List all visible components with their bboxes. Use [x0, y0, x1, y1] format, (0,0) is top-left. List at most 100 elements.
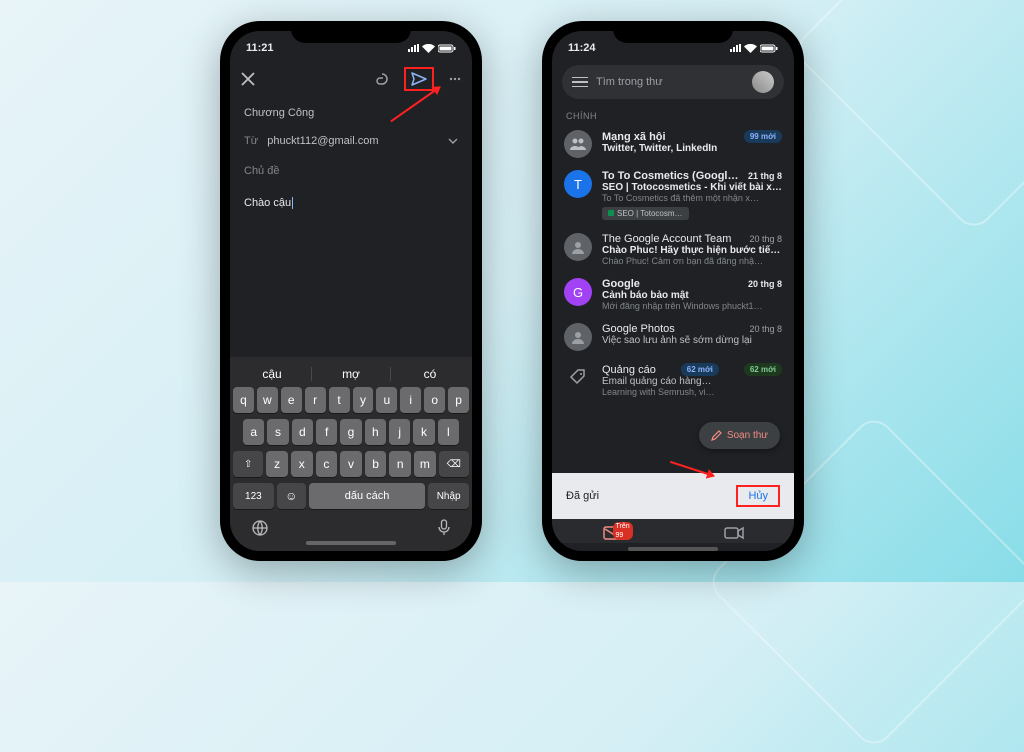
send-highlight [404, 67, 434, 91]
mail-date: 20 thg 8 [749, 234, 782, 244]
key-r[interactable]: r [305, 387, 326, 413]
key-z[interactable]: z [266, 451, 288, 477]
snackbar: Đã gửi Hủy [552, 473, 794, 519]
key-⌫[interactable]: ⌫ [439, 451, 469, 477]
key-g[interactable]: g [340, 419, 361, 445]
key-return[interactable]: Nhập [428, 483, 469, 509]
mail-item[interactable]: The Google Account Team20 thg 8Chào Phuc… [552, 227, 794, 272]
key-q[interactable]: q [233, 387, 254, 413]
subject-field[interactable]: Chủ đề [230, 155, 472, 187]
key-e[interactable]: e [281, 387, 302, 413]
mail-subject: Cảnh báo bảo mật [602, 290, 782, 301]
mail-sender: To To Cosmetics (Google Tra. [602, 170, 744, 182]
send-icon[interactable] [411, 72, 427, 86]
keyboard: cậu mợ có qwertyuiop asdfghjkl ⇧zxcvbnm⌫… [230, 357, 472, 551]
promo-item[interactable]: Quảng cáo62 mới62 mớiEmail quảng cáo hàn… [552, 357, 794, 403]
compose-fab[interactable]: Soạn thư [699, 422, 780, 449]
count-badge: 62 mới [681, 363, 719, 376]
key-l[interactable]: l [438, 419, 459, 445]
to-field[interactable]: Chương Công [230, 99, 472, 127]
mail-subject: Twitter, Twitter, LinkedIn [602, 143, 782, 154]
mail-avatar: G [564, 278, 592, 306]
mail-subject: Chào Phuc! Hãy thực hiện bước tiế… [602, 245, 782, 256]
key-c[interactable]: c [316, 451, 338, 477]
from-field[interactable]: Từ phuckt112@gmail.com [230, 127, 472, 155]
search-bar[interactable]: Tìm trong thư [562, 65, 784, 99]
mail-subject: Việc sao lưu ảnh sẽ sớm dừng lại [602, 335, 782, 346]
key-o[interactable]: o [424, 387, 445, 413]
nav-meet-icon[interactable] [724, 525, 744, 541]
key-space[interactable]: dấu cách [309, 483, 425, 509]
status-icons [729, 44, 778, 53]
bottom-nav: Trên 99 [552, 519, 794, 543]
mail-snippet: To To Cosmetics đã thêm một nhận x… [602, 193, 782, 203]
undo-button[interactable]: Hủy [736, 485, 780, 507]
mail-list[interactable]: Mạng xã hội99 mớiTwitter, Twitter, Linke… [552, 124, 794, 473]
mail-snippet: Chào Phuc! Cảm ơn bạn đã đăng nhậ… [602, 256, 782, 266]
key-m[interactable]: m [414, 451, 436, 477]
key-h[interactable]: h [365, 419, 386, 445]
body-field[interactable]: Chào cậu [230, 187, 472, 357]
mail-sender: The Google Account Team [602, 233, 731, 245]
key-k[interactable]: k [413, 419, 434, 445]
mail-snippet: Mới đăng nhập trên Windows phuckt1… [602, 301, 782, 311]
globe-icon[interactable] [251, 519, 269, 537]
key-s[interactable]: s [267, 419, 288, 445]
key-u[interactable]: u [376, 387, 397, 413]
hamburger-icon[interactable] [572, 77, 588, 88]
key-t[interactable]: t [329, 387, 350, 413]
mail-date: 20 thg 8 [749, 324, 782, 334]
close-icon[interactable] [240, 71, 256, 87]
key-b[interactable]: b [365, 451, 387, 477]
search-placeholder: Tìm trong thư [596, 76, 744, 88]
key-i[interactable]: i [400, 387, 421, 413]
key-row: ⇧zxcvbnm⌫ [233, 451, 469, 477]
key-v[interactable]: v [340, 451, 362, 477]
home-indicator[interactable] [306, 541, 396, 545]
key-row: qwertyuiop [233, 387, 469, 413]
key-x[interactable]: x [291, 451, 313, 477]
nav-mail-icon[interactable]: Trên 99 [603, 525, 623, 541]
mail-sender: Google [602, 278, 640, 290]
mail-avatar [564, 233, 592, 261]
mail-item[interactable]: TTo To Cosmetics (Google Tra.21 thg 8SEO… [552, 164, 794, 227]
suggestion[interactable]: có [391, 367, 469, 381]
key-a[interactable]: a [243, 419, 264, 445]
mail-item[interactable]: Mạng xã hội99 mớiTwitter, Twitter, Linke… [552, 124, 794, 164]
more-icon[interactable] [448, 72, 462, 86]
status-icons [407, 44, 456, 53]
home-indicator[interactable] [628, 547, 718, 551]
mail-avatar [564, 363, 592, 391]
nav-badge: Trên 99 [613, 522, 633, 540]
mail-subject: Email quảng cáo hàng… [602, 376, 782, 387]
suggestion[interactable]: cậu [233, 367, 311, 381]
key-w[interactable]: w [257, 387, 278, 413]
key-d[interactable]: d [292, 419, 313, 445]
key-j[interactable]: j [389, 419, 410, 445]
key-row: asdfghjkl [233, 419, 469, 445]
mail-item[interactable]: Google Photos 20 thg 8Việc sao lưu ảnh sẽ… [552, 317, 794, 357]
mail-item[interactable]: GGoogle20 thg 8Cảnh báo bảo mậtMới đăng … [552, 272, 794, 317]
chevron-down-icon[interactable] [448, 138, 458, 144]
compose-screen: 11:21 [230, 31, 472, 551]
key-emoji[interactable]: ☺ [277, 483, 306, 509]
keyboard-suggestions: cậu mợ có [233, 361, 469, 387]
key-p[interactable]: p [448, 387, 469, 413]
status-time: 11:21 [246, 42, 274, 54]
mail-label: SEO | Totocosm… [602, 207, 689, 220]
mail-sender: Google Photos [602, 323, 675, 335]
key-n[interactable]: n [389, 451, 411, 477]
key-⇧[interactable]: ⇧ [233, 451, 263, 477]
mail-snippet: Learning with Semrush, vi… [602, 387, 782, 397]
suggestion[interactable]: mợ [311, 367, 391, 381]
key-f[interactable]: f [316, 419, 337, 445]
phone-right: 11:24 Tìm trong thư CHÍNH Mạng xã hội99 … [542, 21, 804, 561]
account-avatar[interactable] [752, 71, 774, 93]
mic-icon[interactable] [437, 519, 451, 537]
key-y[interactable]: y [353, 387, 374, 413]
status-time: 11:24 [568, 42, 596, 54]
section-label: CHÍNH [552, 105, 794, 124]
key-123[interactable]: 123 [233, 483, 274, 509]
attach-icon[interactable] [374, 72, 390, 86]
mail-avatar [564, 130, 592, 158]
